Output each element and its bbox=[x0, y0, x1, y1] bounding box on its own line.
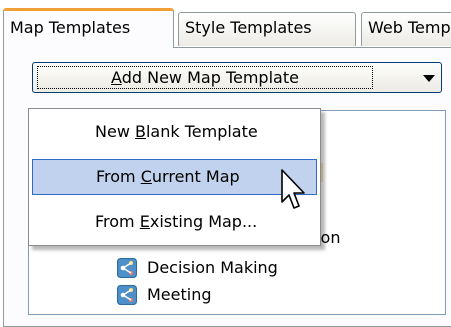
mouse-pointer-icon bbox=[281, 169, 305, 209]
mindmap-icon bbox=[117, 258, 137, 278]
combo-accel: A bbox=[111, 68, 122, 87]
menu-item-label: From bbox=[96, 167, 141, 186]
mindmap-icon bbox=[117, 285, 137, 305]
tree-item-label: Decision Making bbox=[147, 258, 278, 277]
tab-web-templates[interactable]: Web Templates bbox=[361, 12, 451, 46]
menu-item-new-blank-template[interactable]: New Blank Template bbox=[32, 115, 317, 151]
menu-item-label-rest: lank Template bbox=[145, 122, 258, 141]
menu-item-accel: E bbox=[139, 212, 150, 231]
add-template-menu: New Blank Template From Current Map From… bbox=[28, 108, 321, 246]
menu-item-label-rest: xisting Map... bbox=[149, 212, 258, 231]
tree-item-label: Meeting bbox=[147, 285, 212, 304]
combo-text: dd New Map Template bbox=[121, 68, 299, 87]
tab-map-templates[interactable]: Map Templates bbox=[3, 8, 174, 48]
menu-item-accel: C bbox=[140, 167, 152, 186]
add-new-map-template-label: Add New Map Template bbox=[37, 66, 373, 89]
add-new-map-template-dropdown[interactable]: Add New Map Template bbox=[32, 62, 442, 93]
tab-map-templates-label: Map Templates bbox=[10, 18, 131, 37]
tab-strip: Map Templates Style Templates Web Templa… bbox=[0, 0, 451, 48]
menu-item-label: From bbox=[95, 212, 140, 231]
menu-item-label-rest: urrent Map bbox=[151, 167, 240, 186]
chevron-down-icon[interactable] bbox=[423, 75, 435, 82]
tab-style-templates[interactable]: Style Templates bbox=[178, 12, 356, 46]
menu-item-from-existing-map[interactable]: From Existing Map... bbox=[32, 205, 317, 241]
menu-item-from-current-map[interactable]: From Current Map bbox=[32, 159, 317, 195]
menu-item-accel: B bbox=[134, 122, 146, 141]
tab-style-templates-label: Style Templates bbox=[185, 18, 312, 37]
tab-web-templates-label: Web Templates bbox=[368, 18, 451, 37]
menu-item-label: New bbox=[95, 122, 135, 141]
